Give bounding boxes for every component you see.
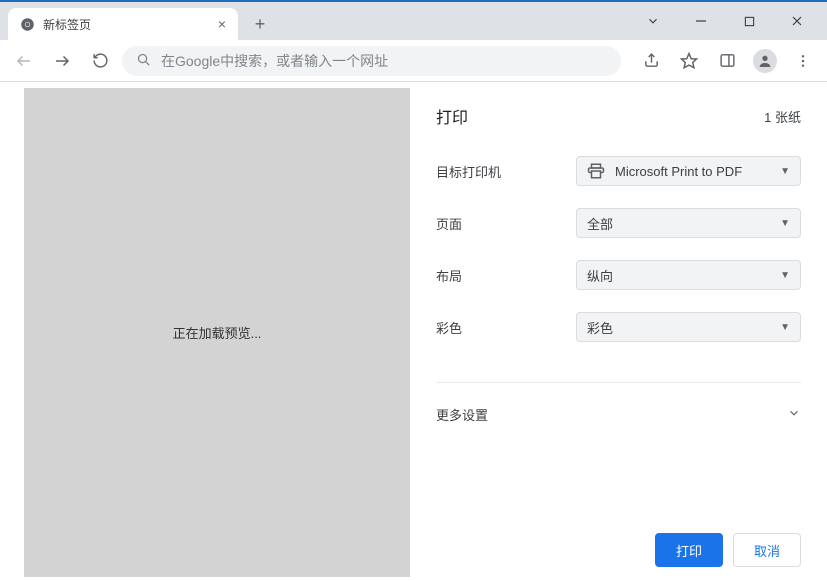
new-tab-button[interactable]: + <box>246 10 274 38</box>
profile-avatar[interactable] <box>749 45 781 77</box>
forward-button[interactable] <box>46 45 78 77</box>
window-maximize-button[interactable] <box>727 6 771 36</box>
window-close-button[interactable] <box>775 6 819 36</box>
destination-value: Microsoft Print to PDF <box>615 164 742 179</box>
titlebar: 新标签页 × + <box>0 2 827 40</box>
window-controls <box>631 2 827 40</box>
reload-button[interactable] <box>84 45 116 77</box>
color-select[interactable]: 彩色 ▼ <box>576 312 801 342</box>
preview-area: 正在加载预览... <box>24 88 410 577</box>
chevron-down-icon: ▼ <box>780 166 790 177</box>
print-title: 打印 <box>436 104 468 128</box>
printer-icon <box>587 162 605 180</box>
chevron-down-icon: ▼ <box>780 270 790 281</box>
layout-select[interactable]: 纵向 ▼ <box>576 260 801 290</box>
bookmark-icon[interactable] <box>673 45 705 77</box>
print-settings-panel: 打印 1 张纸 目标打印机 Microsoft Print to PDF ▼ 页… <box>410 84 827 581</box>
tab-title: 新标签页 <box>43 16 210 33</box>
tab-close-icon[interactable]: × <box>218 16 226 32</box>
layout-value: 纵向 <box>587 266 613 285</box>
preview-pane: 正在加载预览... <box>0 84 410 581</box>
preview-loading-text: 正在加载预览... <box>173 323 262 342</box>
divider <box>436 382 801 383</box>
share-icon[interactable] <box>635 45 667 77</box>
omnibox-placeholder: 在Google中搜索，或者输入一个网址 <box>161 51 388 71</box>
back-button[interactable] <box>8 45 40 77</box>
destination-label: 目标打印机 <box>436 162 576 181</box>
pages-label: 页面 <box>436 214 576 233</box>
side-panel-icon[interactable] <box>711 45 743 77</box>
omnibox[interactable]: 在Google中搜索，或者输入一个网址 <box>122 46 621 76</box>
search-icon <box>136 52 151 70</box>
chevron-down-icon: ▼ <box>780 322 790 333</box>
chrome-icon <box>20 17 35 32</box>
window-chevron-icon[interactable] <box>631 6 675 36</box>
window-minimize-button[interactable] <box>679 6 723 36</box>
menu-icon[interactable] <box>787 45 819 77</box>
toolbar: 在Google中搜索，或者输入一个网址 <box>0 40 827 82</box>
chevron-down-icon: ▼ <box>780 218 790 229</box>
sheet-count: 1 张纸 <box>764 107 801 126</box>
destination-select[interactable]: Microsoft Print to PDF ▼ <box>576 156 801 186</box>
chevron-down-icon <box>787 406 801 423</box>
layout-label: 布局 <box>436 266 576 285</box>
cancel-button[interactable]: 取消 <box>733 533 801 567</box>
pages-select[interactable]: 全部 ▼ <box>576 208 801 238</box>
print-dialog: 正在加载预览... 打印 1 张纸 目标打印机 Microsoft Print … <box>0 84 827 581</box>
more-settings-label: 更多设置 <box>436 405 488 424</box>
browser-tab[interactable]: 新标签页 × <box>8 8 238 40</box>
print-button[interactable]: 打印 <box>655 533 723 567</box>
pages-value: 全部 <box>587 214 613 233</box>
more-settings-toggle[interactable]: 更多设置 <box>436 401 801 428</box>
color-label: 彩色 <box>436 318 576 337</box>
color-value: 彩色 <box>587 318 613 337</box>
